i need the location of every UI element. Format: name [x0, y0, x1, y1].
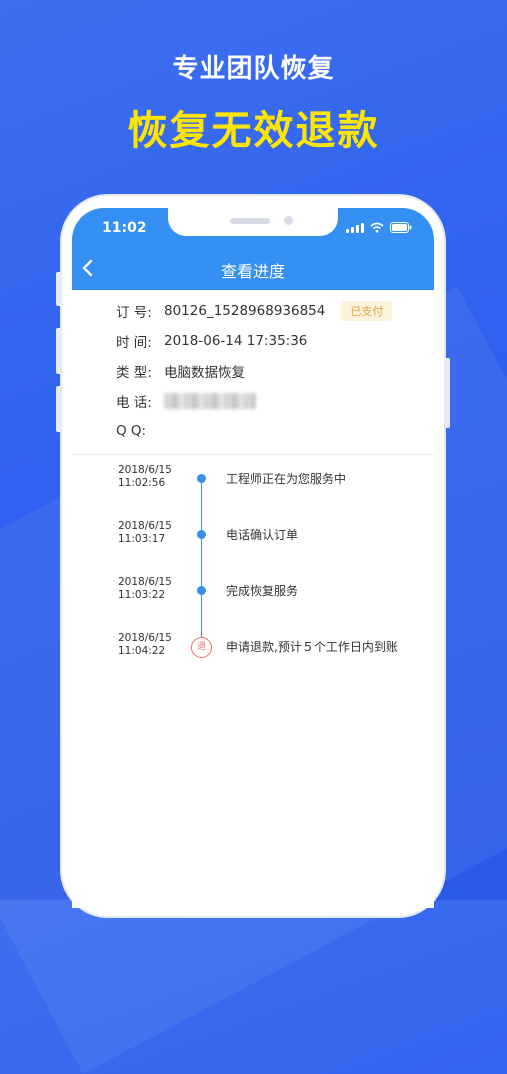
timeline-item: 2018/6/15 11:02:56 工程师正在为您服务中: [72, 464, 434, 504]
status-icons: [346, 222, 412, 233]
order-time-label: 时 间:: [116, 335, 152, 351]
divider: [72, 454, 434, 455]
status-time: 11:02: [102, 220, 147, 236]
order-number-label: 订 号:: [116, 305, 152, 321]
phone-notch: [168, 208, 338, 236]
promo-headline: 恢复无效退款: [127, 108, 380, 154]
timeline-datetime: 2018/6/15 11:04:22: [118, 632, 172, 657]
order-type-row: 类 型: 电脑数据恢复: [116, 356, 416, 386]
signal-icon: [346, 223, 364, 233]
timeline-text: 申请退款,预计５个工作日内到账: [226, 640, 398, 654]
order-number-row: 订 号: 80126_1528968936854 已支付: [116, 296, 416, 326]
wifi-icon: [370, 222, 384, 233]
timeline-dot: [197, 586, 206, 595]
chevron-left-icon[interactable]: [78, 258, 98, 278]
timeline-datetime: 2018/6/15 11:03:17: [118, 520, 172, 545]
refund-marker-icon: 退: [191, 637, 212, 658]
battery-icon: [390, 222, 412, 233]
order-phone-label: 电 话:: [116, 395, 152, 411]
order-qq-row: Q Q:: [116, 416, 416, 446]
blurred-phone-value: [164, 393, 256, 409]
timeline-datetime: 2018/6/15 11:02:56: [118, 464, 172, 489]
order-time-value: 2018-06-14 17:35:36: [164, 333, 308, 349]
timeline-text: 完成恢复服务: [226, 584, 299, 598]
status-badge: 已支付: [341, 301, 393, 321]
order-info: 订 号: 80126_1528968936854 已支付 时 间: 2018-0…: [116, 296, 416, 446]
phone-screen: 11:02 查看进度 订 号: 80126_1528968936854 已支付 …: [72, 208, 434, 908]
nav-title: 查看进度: [220, 262, 285, 281]
timeline-dot: [197, 474, 206, 483]
timeline-dot: [197, 530, 206, 539]
order-qq-label: Q Q:: [116, 423, 147, 439]
timeline-datetime: 2018/6/15 11:03:22: [118, 576, 172, 601]
order-phone-row: 电 话:: [116, 386, 416, 416]
order-time-row: 时 间: 2018-06-14 17:35:36: [116, 326, 416, 356]
order-type-value: 电脑数据恢复: [164, 365, 245, 381]
order-number-value: 80126_1528968936854: [164, 303, 326, 319]
timeline-item: 2018/6/15 11:03:17 电话确认订单: [72, 520, 434, 560]
timeline-text: 工程师正在为您服务中: [226, 472, 347, 486]
promo-subtitle: 专业团队恢复: [172, 54, 335, 84]
timeline-text: 电话确认订单: [226, 528, 299, 542]
timeline-item: 2018/6/15 11:03:22 完成恢复服务: [72, 576, 434, 616]
phone-power-button: [444, 358, 450, 428]
timeline-item: 2018/6/15 11:04:22 退 申请退款,预计５个工作日内到账: [72, 632, 434, 672]
order-type-label: 类 型:: [116, 365, 152, 381]
